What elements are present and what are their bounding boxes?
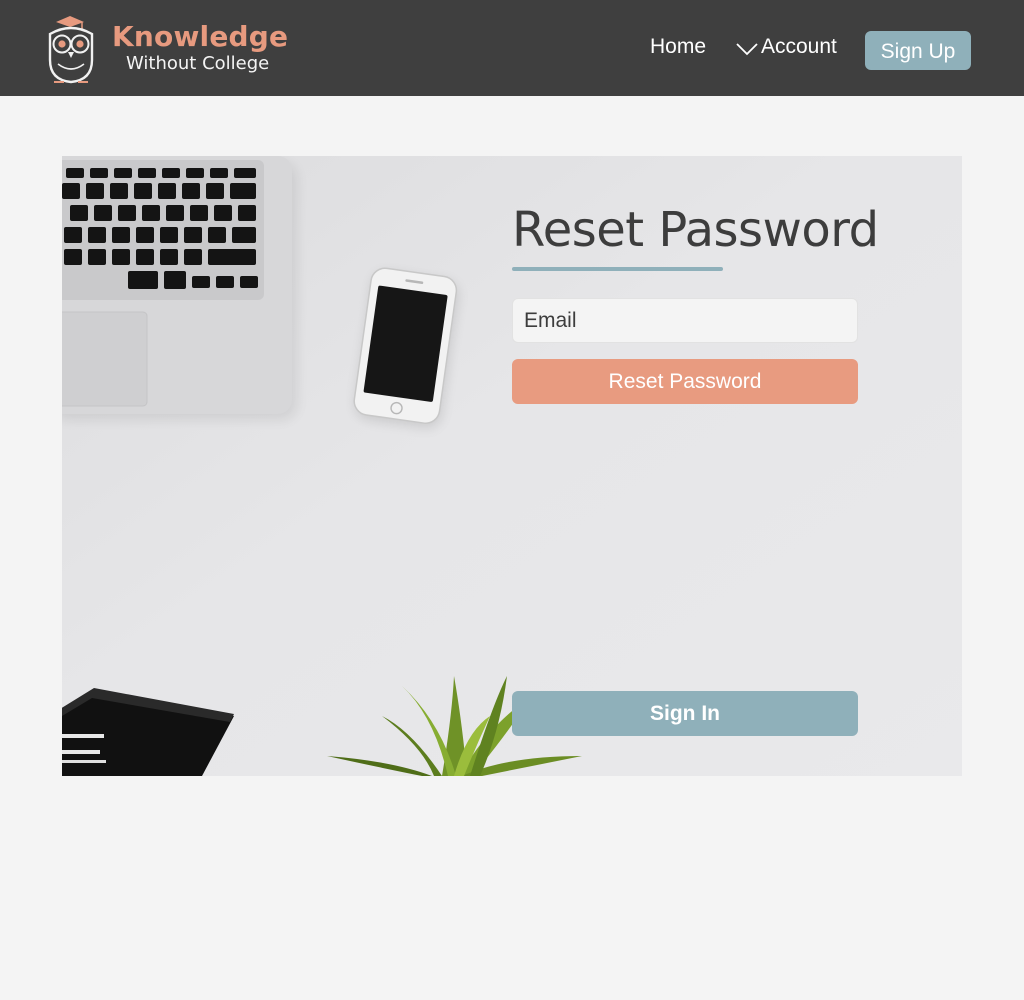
laptop-illustration [62,156,297,420]
nav-home-link[interactable]: Home [650,35,706,59]
nav-account-menu[interactable]: Account [735,35,837,59]
page-title: Reset Password [512,202,879,258]
chevron-down-icon [736,43,758,56]
reset-password-card: Reset Password Reset Password Sign In [62,156,962,776]
brand-name: Knowledge [112,20,289,53]
owl-logo-icon [48,16,94,84]
top-navbar: Knowledge Without College Home Account S… [0,0,1024,96]
reset-password-button[interactable]: Reset Password [512,359,858,404]
email-input[interactable] [512,298,858,343]
sign-up-button[interactable]: Sign Up [865,31,971,70]
nav-account-label: Account [761,35,837,58]
brand-tagline: Without College [126,53,270,74]
title-underline [512,267,723,271]
sign-in-button[interactable]: Sign In [512,691,858,736]
brand-logo[interactable]: Knowledge Without College [44,14,304,86]
